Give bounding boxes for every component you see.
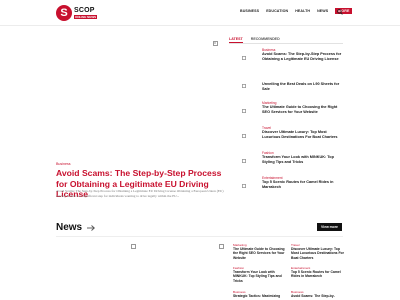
- hero-image[interactable]: [56, 37, 222, 162]
- image-placeholder-icon: [242, 56, 246, 60]
- tab-recommended[interactable]: RECOMMENDED: [251, 37, 280, 43]
- sidebar-thumbnail[interactable]: [229, 126, 259, 146]
- sidebar-thumbnail[interactable]: [229, 176, 259, 196]
- main-nav: BUSINESS EDUCATION HEALTH NEWS MORE: [240, 8, 353, 14]
- news-heading-text: News: [56, 222, 83, 233]
- news-item-title[interactable]: Avoid Scams: The Step-by-: [291, 294, 345, 298]
- site-logo[interactable]: S SCOP ONLINE NEWS: [56, 4, 98, 21]
- image-placeholder-icon: [242, 84, 246, 88]
- site-header: S SCOP ONLINE NEWS BUSINESS EDUCATION HE…: [0, 0, 400, 26]
- image-placeholder-icon: [219, 244, 224, 249]
- sidebar-item-title[interactable]: Avoid Scams: The Step-by-Step Process fo…: [262, 52, 342, 62]
- news-item-title[interactable]: Strategic Tactics: Maximizing: [233, 294, 287, 298]
- tab-latest[interactable]: LATEST: [229, 37, 243, 43]
- hero-excerpt: Avoid Scams: The Step-by-Step Process fo…: [56, 189, 224, 198]
- image-placeholder-icon: [242, 184, 246, 188]
- news-item-title[interactable]: Discover Ultimate Luxury: Top Most Luxur…: [291, 247, 345, 260]
- news-section-heading[interactable]: News: [56, 222, 96, 233]
- news-featured-images[interactable]: [56, 240, 226, 300]
- news-item-title[interactable]: Top 5 Scenic Routes for Camel Rides in M…: [291, 270, 345, 279]
- news-item-title[interactable]: Transform Your Look with MINKUK: Top Sty…: [233, 270, 287, 283]
- hero-category[interactable]: Business: [56, 162, 71, 166]
- nav-business[interactable]: BUSINESS: [240, 9, 259, 14]
- nav-education[interactable]: EDUCATION: [266, 9, 288, 14]
- sidebar-thumbnail[interactable]: [229, 48, 259, 68]
- sidebar-thumbnail[interactable]: [229, 101, 259, 121]
- logo-text: SCOP: [74, 6, 95, 14]
- divider: [56, 236, 343, 237]
- sidebar-item-title[interactable]: Transform Your Look with MINKUK: Top Sty…: [262, 155, 342, 165]
- sidebar-item-title[interactable]: Top 5 Scenic Routes for Camel Rides in M…: [262, 180, 342, 190]
- image-placeholder-icon: [242, 134, 246, 138]
- news-item-title[interactable]: The Ultimate Guide to Choosing the Right…: [233, 247, 287, 260]
- image-placeholder-icon: [242, 159, 246, 163]
- nav-news[interactable]: NEWS: [317, 9, 328, 14]
- sidebar-item-title[interactable]: Discover Ultimate Luxury: Top Most Luxur…: [262, 130, 342, 140]
- sidebar-thumbnail[interactable]: [229, 76, 259, 96]
- image-placeholder-icon: [131, 244, 136, 249]
- sidebar-thumbnail[interactable]: [229, 151, 259, 171]
- sidebar-tabs: LATEST RECOMMENDED: [229, 37, 343, 44]
- nav-health[interactable]: HEALTH: [295, 9, 310, 14]
- image-placeholder-icon: [213, 41, 218, 46]
- sidebar-item-title[interactable]: Unveiling the Best Deals on L90 Sheets f…: [262, 82, 342, 92]
- logo-mark: S: [56, 4, 72, 21]
- search-icon[interactable]: [337, 9, 343, 15]
- logo-tagline: ONLINE NEWS: [74, 14, 98, 19]
- image-placeholder-icon: [242, 109, 246, 113]
- arrow-right-icon[interactable]: [86, 224, 96, 232]
- sidebar-item-title[interactable]: The Ultimate Guide to Choosing the Right…: [262, 105, 342, 115]
- view-more-button[interactable]: View more: [317, 223, 342, 231]
